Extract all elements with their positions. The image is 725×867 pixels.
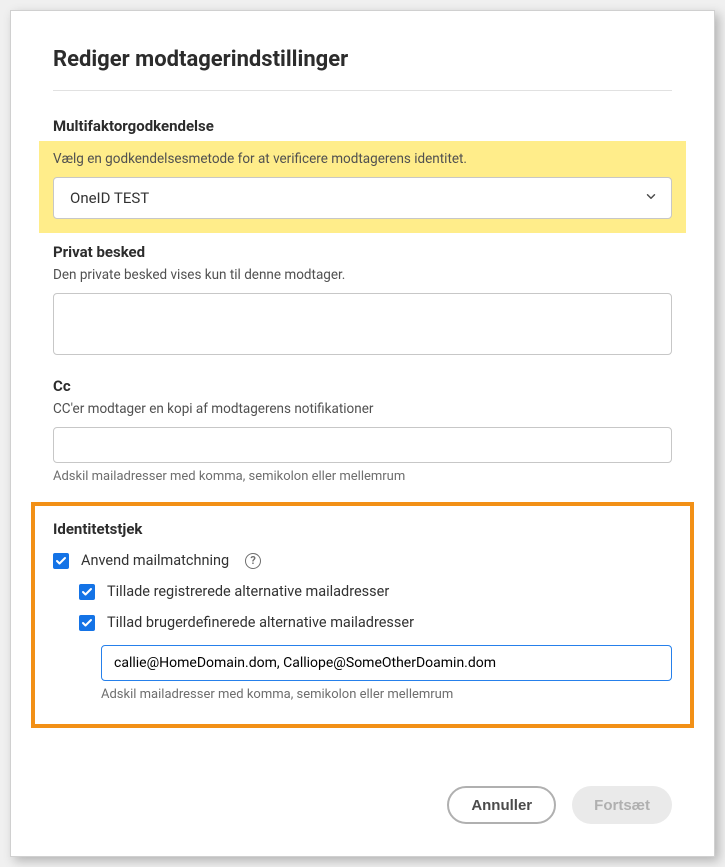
allow-registered-label: Tillade registrerede alternative mailadr… <box>107 583 389 600</box>
cc-input[interactable] <box>53 427 672 463</box>
email-matching-checkbox[interactable] <box>53 553 69 569</box>
custom-emails-block: Adskil mailadresser med komma, semikolon… <box>101 645 672 702</box>
allow-registered-checkbox[interactable] <box>79 584 95 600</box>
divider <box>53 90 672 91</box>
identity-check-heading: Identitetstjek <box>53 520 672 538</box>
mfa-highlight: Vælg en godkendelsesmetode for at verifi… <box>39 141 686 233</box>
email-matching-label: Anvend mailmatchning <box>81 552 229 569</box>
private-message-section: Privat besked Den private besked vises k… <box>53 243 672 359</box>
cc-heading: Cc <box>53 377 672 395</box>
edit-recipient-settings-dialog: Rediger modtagerindstillinger Multifakto… <box>10 10 715 857</box>
private-message-heading: Privat besked <box>53 243 672 261</box>
identity-check-callout: Identitetstjek Anvend mailmatchning ? Ti… <box>31 502 694 728</box>
mfa-heading: Multifaktorgodkendelse <box>53 117 672 135</box>
cancel-button[interactable]: Annuller <box>447 786 556 824</box>
mfa-select-value: OneID TEST <box>70 189 149 207</box>
cc-hint: Adskil mailadresser med komma, semikolon… <box>53 469 672 484</box>
private-message-helper: Den private besked vises kun til denne m… <box>53 267 672 283</box>
dialog-footer: Annuller Fortsæt <box>53 786 672 824</box>
allow-custom-checkbox[interactable] <box>79 615 95 631</box>
cc-section: Cc CC'er modtager en kopi af modtagerens… <box>53 377 672 484</box>
continue-button[interactable]: Fortsæt <box>572 786 672 824</box>
mfa-select[interactable]: OneID TEST <box>53 177 672 219</box>
email-matching-row: Anvend mailmatchning ? <box>53 552 672 569</box>
dialog-title: Rediger modtagerindstillinger <box>53 47 672 72</box>
info-icon[interactable]: ? <box>245 553 261 569</box>
mfa-helper-text: Vælg en godkendelsesmetode for at verifi… <box>53 151 672 167</box>
custom-emails-hint: Adskil mailadresser med komma, semikolon… <box>101 687 672 702</box>
private-message-input[interactable] <box>53 293 672 355</box>
cc-helper: CC'er modtager en kopi af modtagerens no… <box>53 401 672 417</box>
allow-registered-row: Tillade registrerede alternative mailadr… <box>79 583 672 600</box>
custom-emails-input[interactable] <box>101 645 672 681</box>
mfa-section: Multifaktorgodkendelse Vælg en godkendel… <box>53 117 672 233</box>
allow-custom-label: Tillad brugerdefinerede alternative mail… <box>107 614 414 631</box>
allow-custom-row: Tillad brugerdefinerede alternative mail… <box>79 614 672 631</box>
